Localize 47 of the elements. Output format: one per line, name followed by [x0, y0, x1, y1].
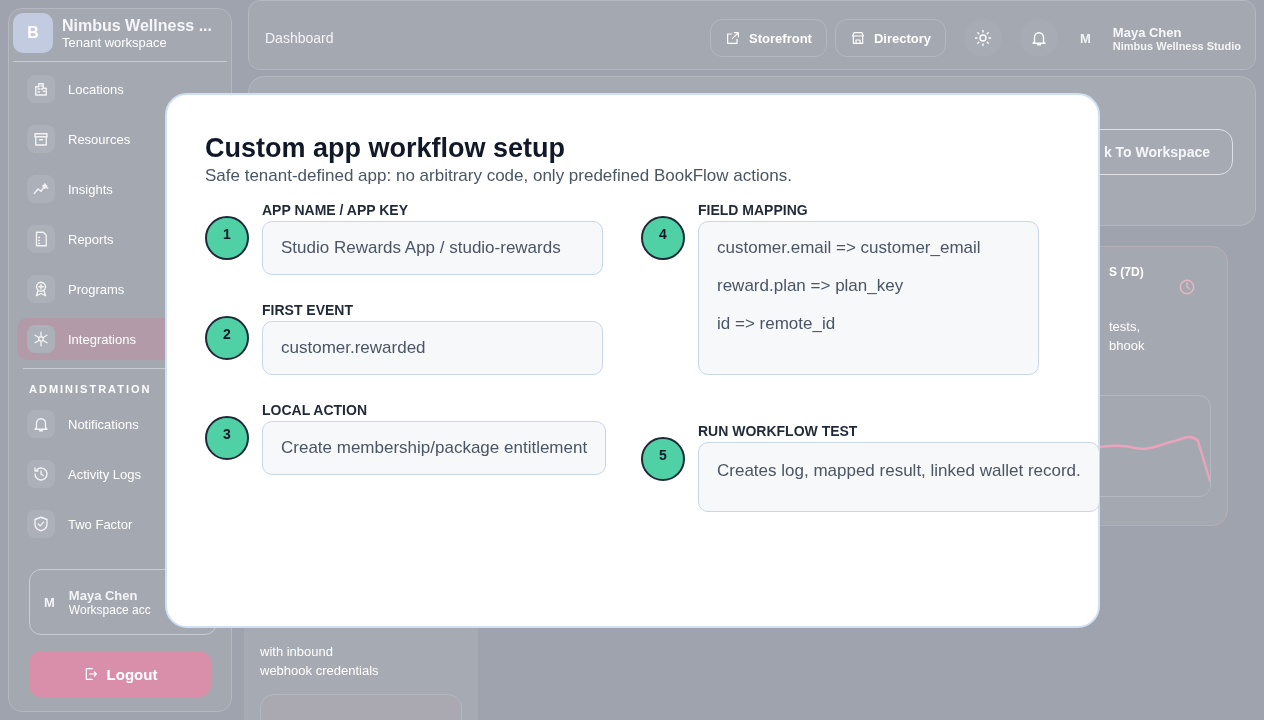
- input-field[interactable]: Studio Rewards App / studio-rewards: [262, 221, 603, 275]
- clock-icon: [1177, 277, 1197, 297]
- breadcrumb: Dashboard: [265, 30, 334, 46]
- nav-icon: [32, 465, 50, 483]
- nav-icon: [32, 80, 50, 98]
- top-link[interactable]: Directory: [834, 19, 946, 57]
- nav-icon: [32, 130, 50, 148]
- nav-icon: [32, 330, 50, 348]
- nav-icon: [32, 515, 50, 533]
- nav-item[interactable]: Programs: [17, 268, 223, 310]
- input-field[interactable]: customer.email => customer_email reward.plan => plan_key id => remote_id: [698, 221, 1039, 375]
- top-link[interactable]: Storefront: [710, 19, 827, 57]
- dialog-subtitle: Safe tenant-defined app: no arbitrary code, only predefined BookFlow actions.: [205, 165, 793, 187]
- user-role: Workspace acc: [68, 602, 151, 617]
- field-label: FIRST EVENT: [262, 301, 354, 319]
- card-text: webhook credentials: [260, 662, 380, 680]
- workspace-name: Nimbus Wellness ...: [62, 16, 212, 35]
- bell-icon: [1030, 29, 1048, 47]
- input-field[interactable]: customer.rewarded: [262, 321, 603, 375]
- field-label: LOCAL ACTION: [262, 401, 368, 419]
- card-text: bhook: [1109, 337, 1146, 355]
- input-field[interactable]: Creates log, mapped result, linked wallet record.: [698, 442, 1100, 512]
- organization-name: Nimbus Wellness Studio: [1112, 39, 1241, 52]
- step-number: 3: [205, 416, 249, 460]
- card-title: S (7D): [1109, 264, 1144, 279]
- field-label: FIELD MAPPING: [698, 201, 809, 219]
- logout-button[interactable]: Logout: [29, 651, 211, 697]
- user-avatar: M: [1080, 30, 1091, 46]
- nav-item[interactable]: Two Factor: [17, 503, 223, 545]
- nav-icon: [32, 415, 50, 433]
- sun-icon: [974, 29, 992, 47]
- step-number: 1: [205, 216, 249, 260]
- dialog-title: Custom app workflow setup: [205, 132, 567, 165]
- step-number: 5: [641, 437, 685, 481]
- user-avatar: M: [44, 594, 55, 610]
- field-label: RUN WORKFLOW TEST: [698, 422, 859, 440]
- card-text: tests,: [1109, 318, 1142, 336]
- field-label: APP NAME / APP KEY: [262, 201, 409, 219]
- brand-logo: B: [13, 13, 53, 53]
- input-field[interactable]: Create membership/package entitlement: [262, 421, 607, 475]
- step-number: 2: [205, 316, 249, 360]
- user-name: Maya Chen: [68, 587, 139, 603]
- nav-item[interactable]: Locations: [17, 68, 223, 110]
- card-text: with inbound: [260, 643, 334, 661]
- step-number: 4: [641, 216, 685, 260]
- workspace-subtitle: Tenant workspace: [62, 34, 168, 50]
- user-name: Maya Chen: [1112, 24, 1183, 40]
